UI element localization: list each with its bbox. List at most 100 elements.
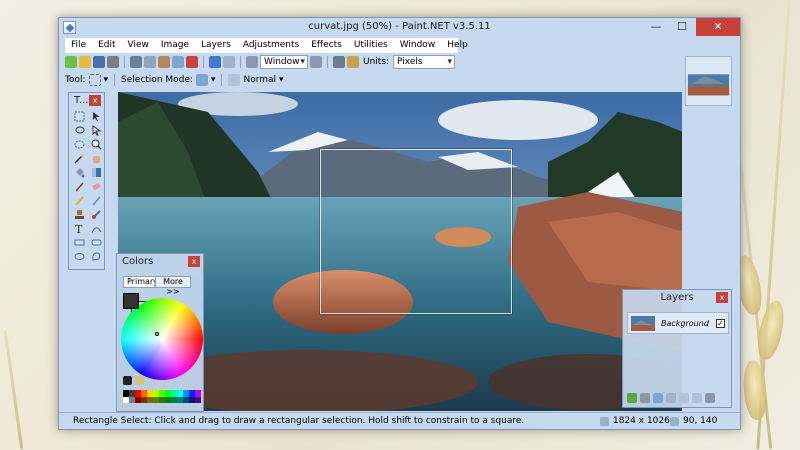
- zoom-in-icon[interactable]: [310, 56, 322, 68]
- layer-item-background[interactable]: Background ✓: [627, 312, 729, 334]
- blend-mode-value[interactable]: Normal: [243, 75, 276, 85]
- layer-properties-icon[interactable]: [705, 393, 715, 403]
- menu-effects[interactable]: Effects: [305, 38, 348, 53]
- layer-visibility-checkbox[interactable]: ✓: [716, 318, 725, 328]
- units-select[interactable]: Pixels: [393, 55, 456, 69]
- toolbar-separator: [221, 73, 223, 86]
- primary-color-swatch[interactable]: [123, 293, 139, 309]
- zoom-select[interactable]: Window: [260, 55, 308, 69]
- undo-icon[interactable]: [209, 56, 221, 68]
- layers-panel-title[interactable]: Layers: [623, 290, 731, 305]
- rectangle-select-tool-icon[interactable]: [72, 110, 86, 123]
- tools-panel-close-button[interactable]: x: [89, 95, 101, 106]
- menu-image[interactable]: Image: [155, 38, 195, 53]
- tool-label: Tool:: [65, 74, 86, 85]
- freeform-shape-tool-icon[interactable]: [89, 250, 103, 263]
- color-wheel[interactable]: [121, 298, 203, 380]
- merge-layer-icon[interactable]: [666, 393, 676, 403]
- palette-menu-icon[interactable]: [135, 376, 144, 385]
- ruler-icon[interactable]: [347, 56, 359, 68]
- redo-icon[interactable]: [223, 56, 235, 68]
- move-selected-tool-icon[interactable]: [89, 110, 103, 123]
- maximize-button[interactable]: ☐: [669, 18, 695, 36]
- ellipse-select-tool-icon[interactable]: [72, 138, 86, 151]
- ellipse-shape-tool-icon[interactable]: [72, 250, 86, 263]
- chevron-down-icon[interactable]: ▾: [104, 75, 109, 85]
- line-curve-tool-icon[interactable]: [89, 222, 103, 235]
- reset-colors-icon[interactable]: [123, 376, 132, 385]
- close-button[interactable]: ✕: [696, 18, 740, 36]
- tool-options-bar: Tool: ▾ Selection Mode: ▾ Normal ▾: [65, 72, 284, 87]
- move-layer-up-icon[interactable]: [679, 393, 689, 403]
- blend-mode-icon[interactable]: [228, 73, 241, 86]
- move-layer-down-icon[interactable]: [692, 393, 702, 403]
- color-wheel-cursor[interactable]: [155, 332, 159, 336]
- crop-icon[interactable]: [172, 56, 184, 68]
- toolbar-separator: [240, 56, 241, 68]
- image-size-icon: [600, 416, 609, 426]
- open-icon[interactable]: [79, 56, 91, 68]
- clone-stamp-tool-icon[interactable]: [72, 208, 86, 221]
- image-size-value: 1824 x 1026: [613, 416, 670, 426]
- menu-utilities[interactable]: Utilities: [348, 38, 394, 53]
- gradient-tool-icon[interactable]: [89, 166, 103, 179]
- recolor-tool-icon[interactable]: [89, 208, 103, 221]
- menu-layers[interactable]: Layers: [195, 38, 237, 53]
- image-size-readout: 1824 x 1026: [600, 416, 670, 426]
- cursor-position-icon: [670, 416, 679, 426]
- pencil-tool-icon[interactable]: [72, 194, 86, 207]
- layer-name: Background: [661, 318, 709, 328]
- duplicate-layer-icon[interactable]: [653, 393, 663, 403]
- menu-view[interactable]: View: [122, 38, 155, 53]
- add-layer-icon[interactable]: [627, 393, 637, 403]
- window-title: curvat.jpg (50%) - Paint.NET v3.5.11: [308, 21, 491, 32]
- eraser-tool-icon[interactable]: [89, 180, 103, 193]
- title-bar[interactable]: curvat.jpg (50%) - Paint.NET v3.5.11 — ☐…: [59, 18, 740, 37]
- lasso-tool-icon[interactable]: [72, 124, 86, 137]
- selection-mode-label: Selection Mode:: [121, 74, 193, 85]
- layers-panel-close-button[interactable]: x: [716, 292, 728, 303]
- save-icon[interactable]: [93, 56, 105, 68]
- layer-thumbnail: [631, 315, 655, 331]
- paste-icon[interactable]: [158, 56, 170, 68]
- status-help-text: Rectangle Select: Click and drag to draw…: [73, 416, 525, 426]
- selection-mode-icon[interactable]: [195, 73, 208, 86]
- minimize-button[interactable]: —: [643, 18, 669, 36]
- zoom-tool-icon[interactable]: [89, 138, 103, 151]
- print-icon[interactable]: [107, 56, 119, 68]
- menu-adjustments[interactable]: Adjustments: [237, 38, 305, 53]
- cut-icon[interactable]: [130, 56, 142, 68]
- magic-wand-tool-icon[interactable]: [72, 152, 86, 165]
- rectangle-select-icon[interactable]: [88, 73, 101, 86]
- deselect-icon[interactable]: [186, 56, 198, 68]
- delete-layer-icon[interactable]: [640, 393, 650, 403]
- zoom-icon[interactable]: [246, 56, 258, 68]
- pan-tool-icon[interactable]: [89, 152, 103, 165]
- chevron-down-icon[interactable]: ▾: [211, 75, 216, 85]
- new-icon[interactable]: [65, 56, 77, 68]
- layers-panel: Layers x Background ✓: [622, 289, 732, 408]
- color-palette[interactable]: [123, 390, 201, 403]
- selection-marquee[interactable]: [320, 149, 512, 314]
- tools-panel: T... x T: [68, 92, 105, 270]
- cursor-position-value: 90, 140: [683, 416, 718, 426]
- menu-help[interactable]: Help: [441, 38, 474, 53]
- more-colors-button[interactable]: More >>: [155, 276, 191, 296]
- paint-bucket-tool-icon[interactable]: [72, 166, 86, 179]
- svg-text:T: T: [75, 223, 83, 234]
- image-thumbnail[interactable]: [685, 56, 732, 106]
- colors-panel-close-button[interactable]: x: [188, 256, 200, 267]
- grid-icon[interactable]: [333, 56, 345, 68]
- menu-edit[interactable]: Edit: [92, 38, 121, 53]
- move-selection-tool-icon[interactable]: [89, 124, 103, 137]
- text-tool-icon[interactable]: T: [72, 222, 86, 235]
- copy-icon[interactable]: [144, 56, 156, 68]
- menu-file[interactable]: File: [65, 38, 92, 53]
- rectangle-shape-tool-icon[interactable]: [72, 236, 86, 249]
- menu-window[interactable]: Window: [394, 38, 442, 53]
- chevron-down-icon[interactable]: ▾: [279, 75, 284, 85]
- paintbrush-tool-icon[interactable]: [72, 180, 86, 193]
- color-picker-tool-icon[interactable]: [89, 194, 103, 207]
- toolbar-separator: [327, 56, 328, 68]
- rounded-rectangle-tool-icon[interactable]: [89, 236, 103, 249]
